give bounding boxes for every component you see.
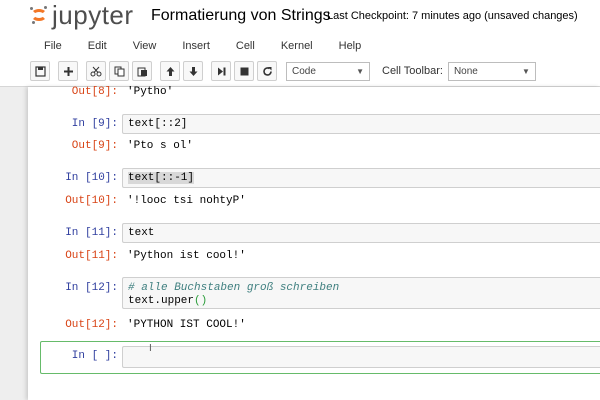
- notebook-container: Out[8]: 'Pytho' In [9]: text[::2] Out[9]…: [28, 86, 600, 400]
- code-input[interactable]: text[::-1]: [122, 168, 600, 188]
- mouse-cursor-icon: I: [149, 343, 152, 354]
- code-parens: (): [194, 295, 208, 307]
- menu-edit[interactable]: Edit: [70, 40, 115, 52]
- arrow-down-icon[interactable]: [183, 61, 203, 81]
- out-prompt: Out[11]:: [65, 250, 118, 262]
- jupyter-logo[interactable]: jupyter: [30, 2, 134, 28]
- notebook-title[interactable]: Formatierung von Strings: [151, 7, 331, 25]
- code-text: text[::-1]: [128, 172, 195, 184]
- cell-toolbar-label: Cell Toolbar:: [382, 65, 443, 77]
- in-prompt: In [9]:: [71, 118, 118, 130]
- menubar: File Edit View Insert Cell Kernel Help: [30, 36, 600, 56]
- in-prompt: In [12]:: [65, 282, 118, 294]
- menu-view[interactable]: View: [115, 40, 165, 52]
- menu-help[interactable]: Help: [321, 40, 370, 52]
- empty-code-input[interactable]: [122, 346, 600, 368]
- menu-kernel[interactable]: Kernel: [263, 40, 321, 52]
- cell-toolbar-select[interactable]: None ▼: [447, 61, 536, 81]
- checkpoint-status: Last Checkpoint: 7 minutes ago (unsaved …: [327, 10, 578, 22]
- in-prompt: In [ ]:: [71, 350, 118, 362]
- header: jupyter Formatierung von Strings Last Ch…: [0, 0, 600, 87]
- in-prompt: In [11]:: [65, 227, 118, 239]
- menu-cell[interactable]: Cell: [218, 40, 263, 52]
- arrow-up-icon[interactable]: [160, 61, 180, 81]
- out-prompt: Out[8]:: [71, 86, 118, 98]
- cell-output: 'Pto s ol': [127, 140, 194, 152]
- stop-icon[interactable]: [234, 61, 254, 81]
- plus-icon[interactable]: [58, 61, 78, 81]
- menu-insert[interactable]: Insert: [164, 40, 218, 52]
- code-comment: # alle Buchstaben groß schreiben: [128, 282, 340, 294]
- paste-icon[interactable]: [132, 61, 152, 81]
- save-icon[interactable]: [30, 61, 50, 81]
- cell-output: '!looc tsi nohtyP': [127, 195, 246, 207]
- cell-type-select[interactable]: Code ▼: [286, 61, 370, 81]
- cell-type-value: Code: [292, 65, 316, 77]
- scissors-icon[interactable]: [86, 61, 106, 81]
- jupyter-logo-icon: [30, 6, 48, 24]
- logo-text: jupyter: [52, 0, 134, 30]
- copy-icon[interactable]: [109, 61, 129, 81]
- out-prompt: Out[12]:: [65, 319, 118, 331]
- toolbar: Code ▼ Cell Toolbar: None ▼: [30, 58, 600, 84]
- selected-code: text[::-1]: [128, 172, 195, 184]
- out-prompt: Out[9]:: [71, 140, 118, 152]
- in-prompt: In [10]:: [65, 172, 118, 184]
- out-prompt: Out[10]:: [65, 195, 118, 207]
- code-text: text.upper(): [128, 295, 207, 307]
- cell-toolbar-value: None: [453, 65, 478, 77]
- code-input[interactable]: text[::2]: [122, 114, 600, 134]
- step-forward-icon[interactable]: [211, 61, 231, 81]
- chevron-down-icon: ▼: [522, 66, 530, 76]
- code-call: text.upper: [128, 295, 195, 307]
- code-text: text: [128, 227, 155, 239]
- menu-file[interactable]: File: [30, 40, 70, 52]
- cell-output: 'Pytho': [127, 86, 174, 98]
- code-input[interactable]: # alle Buchstaben groß schreiben text.up…: [122, 277, 600, 309]
- code-input[interactable]: text: [122, 223, 600, 243]
- cell-output: 'Python ist cool!': [127, 250, 246, 262]
- cell-output: 'PYTHON IST COOL!': [127, 319, 246, 331]
- restart-icon[interactable]: [257, 61, 277, 81]
- chevron-down-icon: ▼: [356, 66, 364, 76]
- code-text: text[::2]: [128, 118, 188, 130]
